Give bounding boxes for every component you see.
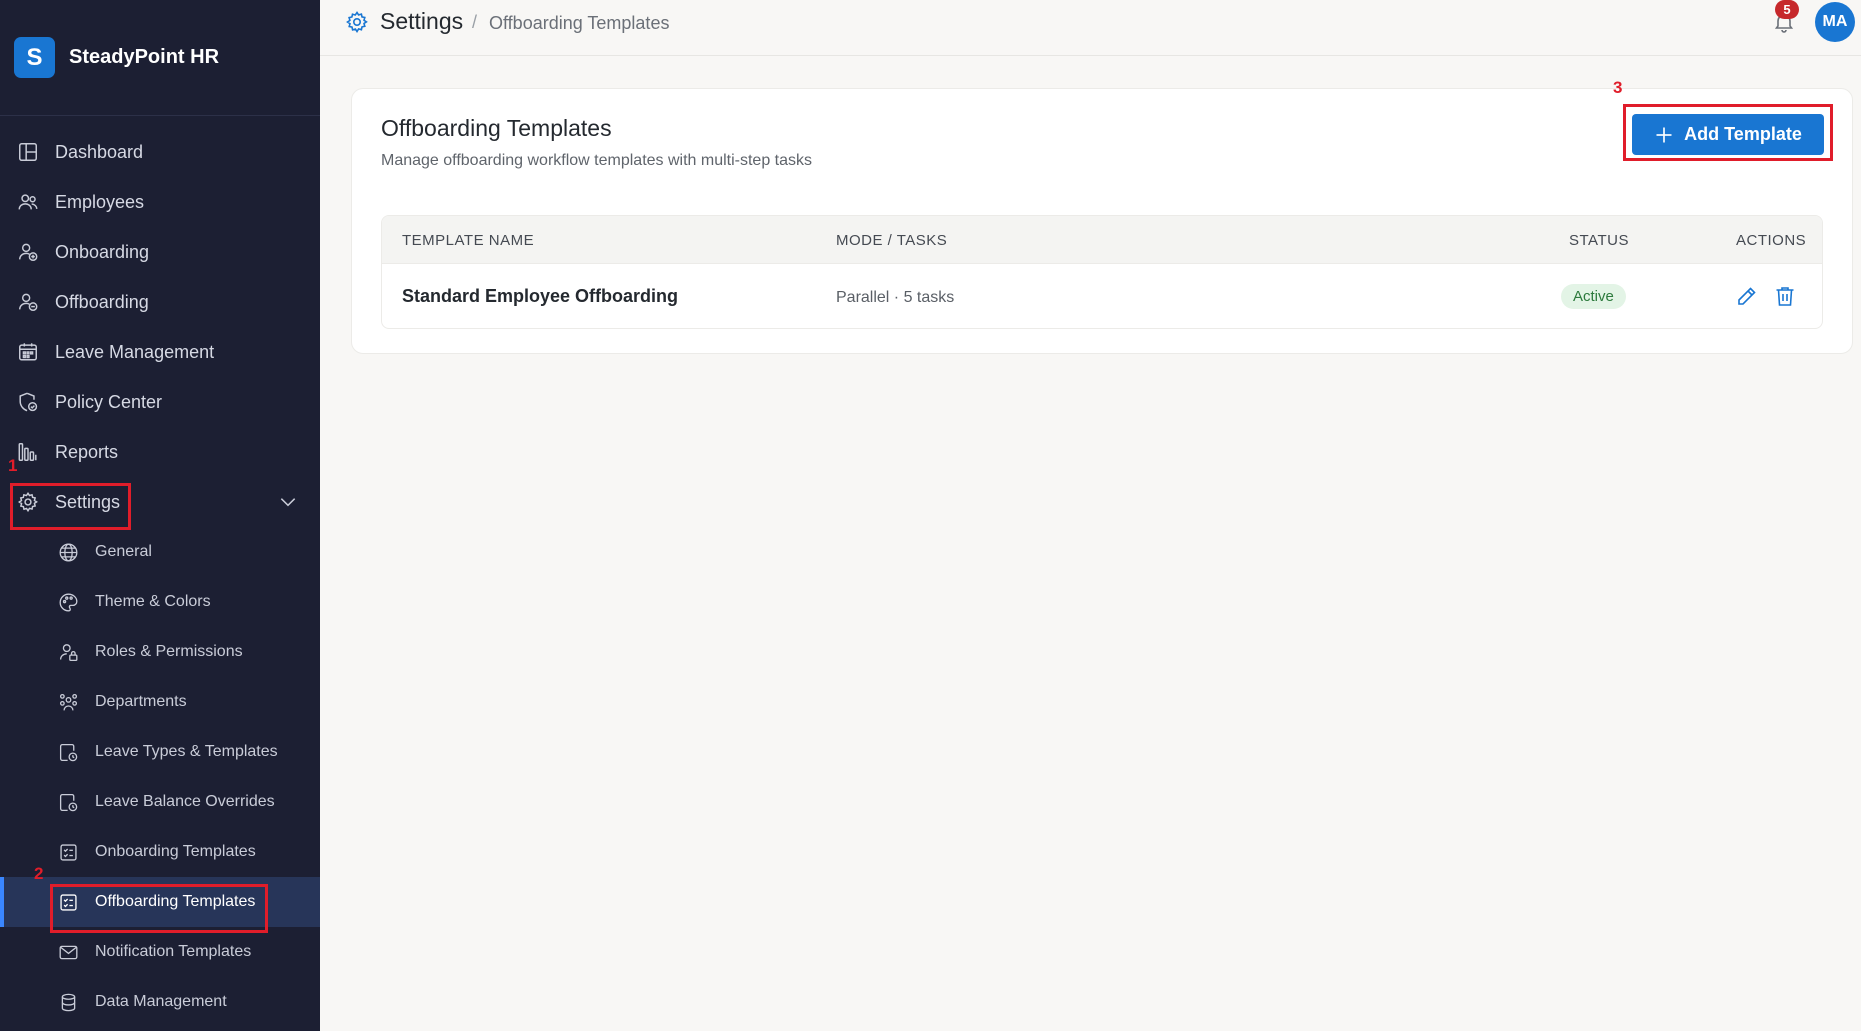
globe-icon [57,541,79,563]
mail-icon [57,941,79,963]
brand-logo: S [14,37,55,78]
breadcrumb-settings[interactable]: Settings [380,8,463,35]
database-icon [57,991,79,1013]
page-subtitle: Manage offboarding workflow templates wi… [381,152,813,169]
sidebar-subitem-label: Departments [95,693,187,710]
sidebar-subitem-offboarding-templates[interactable]: Offboarding Templates [0,877,320,927]
dashboard-icon [17,141,39,163]
sidebar-item-onboarding[interactable]: Onboarding [0,227,320,277]
sidebar-subitem-theme-colors[interactable]: Theme & Colors [0,577,320,627]
sidebar-item-employees[interactable]: Employees [0,177,320,227]
user-minus-icon [17,291,39,313]
sidebar-item-leave-management[interactable]: Leave Management [0,327,320,377]
shield-icon [17,391,39,413]
sidebar-subitem-departments[interactable]: Departments [0,677,320,727]
sidebar-item-label: Settings [55,491,121,512]
column-header-template-name: TEMPLATE NAME [402,232,535,249]
sidebar-subitem-label: Roles & Permissions [95,643,243,660]
trash-icon[interactable] [1773,284,1797,308]
sidebar-subitem-label: Onboarding Templates [95,843,256,860]
sidebar-item-policy-center[interactable]: Policy Center [0,377,320,427]
sidebar-item-label: Reports [55,441,119,462]
checklist-icon [57,891,79,913]
sidebar-subitem-roles-permissions[interactable]: Roles & Permissions [0,627,320,677]
column-header-actions: ACTIONS [1736,232,1807,249]
users-icon [17,191,39,213]
plus-icon [1656,127,1672,142]
sidebar-item-label: Offboarding [55,291,149,312]
sidebar-item-label: Onboarding [55,241,150,262]
templates-table: TEMPLATE NAME MODE / TASKS STATUS ACTION… [381,215,1823,329]
top-header: Settings / Offboarding Templates 5 MA [320,0,1861,56]
breadcrumb-current: Offboarding Templates [489,13,670,33]
annotation-step-1: 1 [8,456,18,475]
templates-card: Offboarding Templates Manage offboarding… [351,88,1853,354]
sidebar-subitem-label: Leave Types & Templates [95,743,278,760]
sidebar-subitem-label: Notification Templates [95,943,252,960]
status-badge: Active [1561,284,1626,309]
sidebar-item-reports[interactable]: Reports [0,427,320,477]
column-header-status: STATUS [1569,232,1629,249]
column-header-mode-tasks: MODE / TASKS [836,232,948,249]
sidebar-subitem-label: Leave Balance Overrides [95,793,275,810]
avatar[interactable]: MA [1815,2,1855,42]
palette-icon [57,591,79,613]
sidebar-item-offboarding[interactable]: Offboarding [0,277,320,327]
sidebar-subitem-label: Data Management [95,993,227,1010]
sidebar-item-label: Policy Center [55,391,163,412]
sidebar-item-settings[interactable]: Settings [0,477,320,527]
sidebar-subitem-leave-balance-overrides[interactable]: Leave Balance Overrides [0,777,320,827]
sidebar-subitem-notification-templates[interactable]: Notification Templates [0,927,320,977]
user-lock-icon [57,641,79,663]
table-header: TEMPLATE NAME MODE / TASKS STATUS ACTION… [382,216,1822,264]
sidebar-item-label: Employees [55,191,145,212]
sidebar: S SteadyPoint HR Dashboard Employees Onb… [0,0,320,1031]
template-name: Standard Employee Offboarding [402,286,679,306]
sidebar-item-label: Leave Management [55,341,215,362]
sidebar-subitem-label: Theme & Colors [95,593,211,610]
gear-icon [17,491,39,513]
table-row[interactable]: Standard Employee Offboarding Parallel ·… [382,264,1822,328]
calendar-clock-icon [57,741,79,763]
checklist-icon [57,841,79,863]
sidebar-subitem-data-management[interactable]: Data Management [0,977,320,1027]
sidebar-item-dashboard[interactable]: Dashboard [0,127,320,177]
bar-chart-icon [17,441,39,463]
breadcrumb-separator: / [472,12,478,32]
calendar-clock-icon [57,791,79,813]
sidebar-subitem-label: Offboarding Templates [95,893,256,910]
annotation-step-3: 3 [1613,78,1623,97]
chevron-down-icon[interactable] [278,492,298,512]
edit-icon[interactable] [1735,284,1759,308]
calendar-icon [17,341,39,363]
group-icon [57,691,79,713]
sidebar-nav: Dashboard Employees Onboarding Offboardi… [0,116,320,1027]
template-mode-tasks: Parallel · 5 tasks [836,289,955,306]
page-title: Offboarding Templates [381,115,612,141]
add-template-label: Add Template [1684,124,1802,144]
sidebar-item-label: Dashboard [55,141,144,162]
brand-name: SteadyPoint HR [69,46,220,68]
add-template-button[interactable]: Add Template [1632,114,1824,155]
user-plus-icon [17,241,39,263]
brand[interactable]: S SteadyPoint HR [0,0,320,116]
annotation-step-2: 2 [34,864,44,883]
gear-icon [345,10,369,34]
sidebar-subitem-general[interactable]: General [0,527,320,577]
sidebar-subitem-label: General [95,543,152,560]
sidebar-subitem-leave-types-templates[interactable]: Leave Types & Templates [0,727,320,777]
notification-badge: 5 [1775,0,1799,19]
sidebar-subitem-onboarding-templates[interactable]: Onboarding Templates [0,827,320,877]
